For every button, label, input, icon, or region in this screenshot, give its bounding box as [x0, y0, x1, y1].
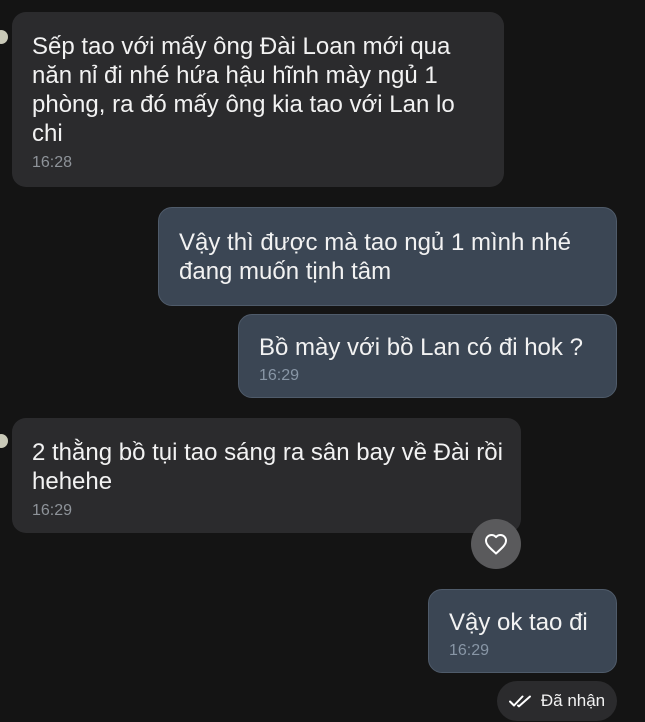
message-bubble-outgoing[interactable]: Vậy ok tao đi 16:29	[428, 589, 617, 673]
message-time: 16:28	[32, 154, 73, 171]
message-time: 16:29	[449, 642, 490, 659]
message-bubble-incoming[interactable]: 2 thằng bồ tụi tao sáng ra sân bay về Đà…	[12, 418, 521, 533]
message-time: 16:29	[259, 367, 300, 384]
sender-avatar[interactable]	[0, 30, 8, 44]
double-check-icon	[508, 695, 531, 708]
reaction-button[interactable]	[471, 519, 521, 569]
delivery-status-label: Đã nhận	[540, 691, 606, 710]
message-text: 2 thằng bồ tụi tao sáng ra sân bay về Đà…	[32, 439, 510, 495]
message-bubble-incoming[interactable]: Sếp tao với mấy ông Đài Loan mới qua năn…	[12, 12, 504, 187]
message-bubble-outgoing[interactable]: Bồ mày với bồ Lan có đi hok ? 16:29	[238, 314, 617, 398]
message-bubble-outgoing[interactable]: Vậy thì được mà tao ngủ 1 mình nhé đang …	[158, 207, 617, 306]
sender-avatar[interactable]	[0, 434, 8, 448]
delivery-status: Đã nhận	[497, 681, 617, 721]
heart-outline-icon	[485, 534, 507, 555]
message-text: Vậy ok tao đi	[449, 609, 588, 636]
message-text: Sếp tao với mấy ông Đài Loan mới qua năn…	[32, 33, 462, 147]
message-text: Vậy thì được mà tao ngủ 1 mình nhé đang …	[179, 229, 578, 285]
message-time: 16:29	[32, 502, 73, 519]
message-text: Bồ mày với bồ Lan có đi hok ?	[259, 334, 583, 361]
